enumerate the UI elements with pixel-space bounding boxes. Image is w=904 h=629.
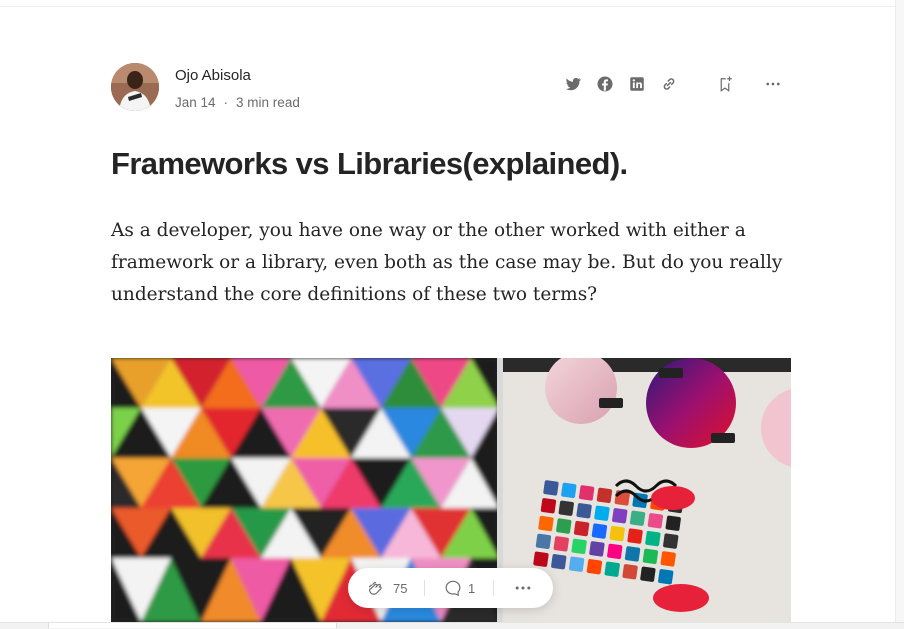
scroll-thumb[interactable] xyxy=(48,623,337,628)
reactions-divider xyxy=(424,580,425,596)
response-count: 1 xyxy=(468,581,476,596)
linkedin-icon[interactable] xyxy=(627,74,647,94)
author-avatar[interactable] xyxy=(111,63,159,111)
bookmark-add-icon[interactable] xyxy=(715,74,735,94)
post-date: Jan 14 xyxy=(175,95,216,110)
more-icon[interactable] xyxy=(763,74,783,94)
facebook-icon[interactable] xyxy=(595,74,615,94)
more-icon[interactable] xyxy=(512,578,534,598)
read-time: 3 min read xyxy=(236,95,300,110)
post-meta: Jan 14 · 3 min read xyxy=(175,95,300,110)
twitter-icon[interactable] xyxy=(563,74,583,94)
meta-separator: · xyxy=(223,95,229,110)
reactions-divider xyxy=(493,580,494,596)
link-icon[interactable] xyxy=(659,74,679,94)
scrollbar[interactable] xyxy=(895,0,904,628)
clap-icon[interactable] xyxy=(365,578,385,598)
response-icon[interactable] xyxy=(443,578,463,598)
article-intro: As a developer, you have one way or the … xyxy=(111,220,783,305)
reactions-bar: 75 1 xyxy=(348,568,553,608)
author-name[interactable]: Ojo Abisola xyxy=(175,67,251,84)
article-title: Frameworks vs Libraries(explained). xyxy=(111,146,628,181)
top-divider xyxy=(0,6,895,7)
clap-count: 75 xyxy=(393,581,408,596)
